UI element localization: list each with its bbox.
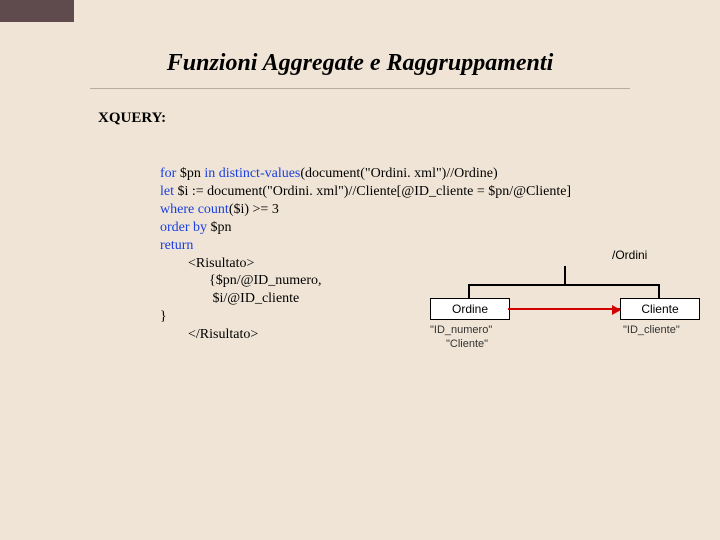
tree-node-ordine: Ordine [430,298,510,320]
attr-cliente: "Cliente" [446,338,488,350]
kw-let: let [160,184,174,199]
tree-connector [564,266,566,284]
corner-decoration [0,0,74,22]
code-text: (document("Ordini. xml")//Ordine) [300,166,497,181]
code-text: </Risultato> [160,327,258,342]
kw-where: where [160,202,198,217]
kw-in: in [204,166,218,181]
fn-count: count [198,202,229,217]
code-text: <Risultato> [160,256,254,271]
slide-title: Funzioni Aggregate e Raggruppamenti [0,50,720,77]
relation-arrow-icon [508,308,620,310]
xml-tree-diagram: /Ordini Ordine Cliente "ID_numero" "Clie… [412,248,680,368]
section-label: XQUERY: [98,110,166,127]
code-text: $pn [207,220,232,235]
kw-return: return [160,238,193,253]
kw-order-by: order by [160,220,207,235]
code-text: $i := document("Ordini. xml")//Cliente[@… [174,184,571,199]
attr-id-cliente: "ID_cliente" [623,324,680,336]
attr-id-numero: "ID_numero" [430,324,492,336]
code-text: } [160,309,167,324]
fn-distinct-values: distinct-values [219,166,301,181]
tree-connector [658,284,660,298]
code-text: ($i) >= 3 [229,202,279,217]
tree-root-label: /Ordini [612,248,647,262]
title-rule [90,88,630,89]
code-text: $pn [176,166,204,181]
code-text: $i/@ID_cliente [160,291,299,306]
kw-for: for [160,166,176,181]
tree-node-cliente: Cliente [620,298,700,320]
tree-connector [468,284,470,298]
tree-connector [468,284,658,286]
code-text: {$pn/@ID_numero, [160,273,322,288]
